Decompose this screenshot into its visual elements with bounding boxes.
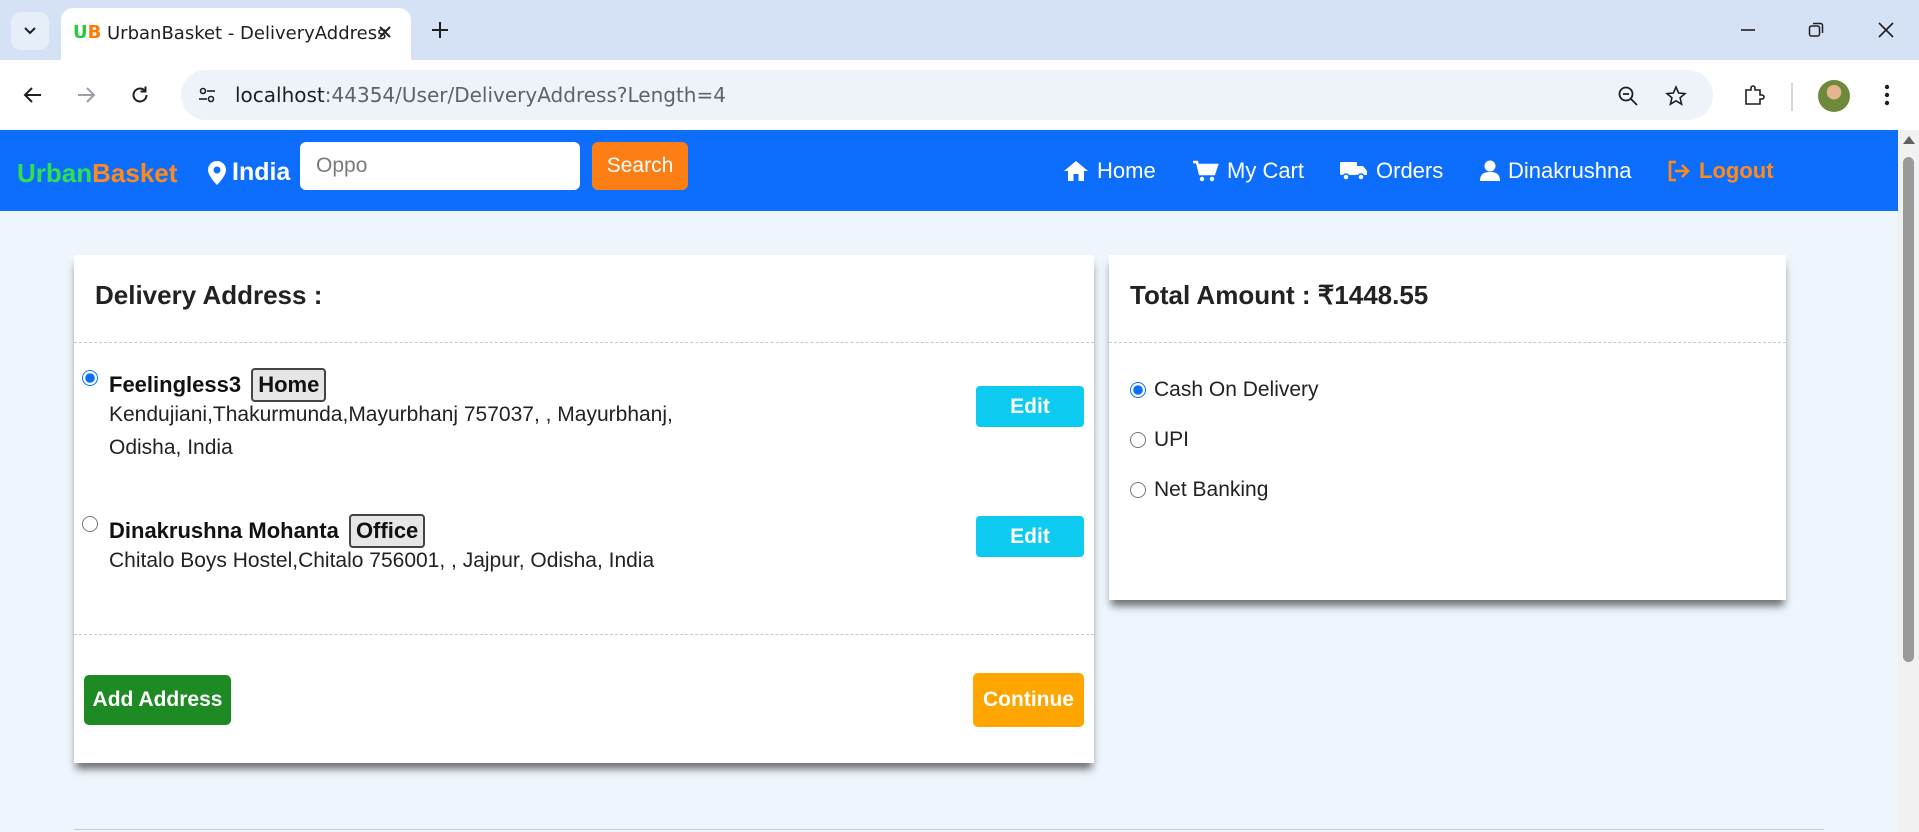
address-bar[interactable]: localhost:44354/User/DeliveryAddress?Len… (181, 70, 1713, 120)
nav-orders-label: Orders (1376, 158, 1444, 183)
close-icon (1878, 22, 1894, 38)
profile-avatar[interactable] (1818, 80, 1850, 112)
divider (74, 634, 1094, 635)
payment-label-upi: UPI (1154, 428, 1190, 451)
site-info-icon[interactable] (195, 83, 219, 107)
payment-radio-netbanking[interactable] (1130, 482, 1146, 498)
address-tag-2: Office (348, 514, 426, 548)
nav-cart[interactable]: My Cart (1193, 158, 1304, 184)
search-button[interactable]: Search (592, 142, 688, 190)
scroll-up-arrow-icon[interactable] (1903, 136, 1915, 144)
reload-icon (132, 86, 148, 103)
delivery-address-card: Delivery Address : Feelingless3 Home Ken… (74, 255, 1094, 763)
puzzle-icon (1745, 85, 1765, 105)
payment-card: Total Amount : ₹1448.55 Cash On Delivery… (1109, 255, 1786, 600)
address-radio-2[interactable] (82, 516, 98, 532)
minimize-button[interactable] (1728, 10, 1768, 50)
address-name-2: Dinakrushna Mohanta Office (109, 514, 426, 548)
url-host: localhost (235, 83, 325, 107)
search-input[interactable] (300, 142, 580, 190)
address-name-text-1: Feelingless3 (109, 372, 242, 397)
address-radio-1[interactable] (82, 370, 98, 386)
tab-title: UrbanBasket - DeliveryAddress (107, 23, 387, 44)
urbanbasket-favicon-icon: UB (73, 22, 102, 43)
browser-toolbar: localhost:44354/User/DeliveryAddress?Len… (0, 60, 1919, 130)
address-line-1b: Odisha, India (109, 436, 233, 459)
address-line-1a: Kendujiani,Thakurmunda,Mayurbhanj 757037… (109, 403, 673, 426)
nav-user[interactable]: Dinakrushna (1480, 158, 1632, 184)
edit-address-button-2[interactable]: Edit (976, 516, 1084, 557)
map-pin-icon (208, 160, 226, 185)
truck-icon (1340, 162, 1367, 181)
extensions-button[interactable] (1735, 76, 1773, 114)
nav-home-label: Home (1097, 158, 1156, 183)
new-tab-button[interactable] (425, 15, 455, 45)
logout-icon (1668, 160, 1690, 182)
brand-part-1: Urban (17, 158, 93, 188)
location-indicator: India (208, 158, 290, 187)
forward-button[interactable] (67, 76, 105, 114)
payment-option-upi[interactable]: UPI (1130, 428, 1189, 452)
tab-search-button[interactable] (11, 12, 49, 50)
payment-radio-cod[interactable] (1130, 382, 1146, 398)
divider (1109, 342, 1786, 343)
payment-label-netbanking: Net Banking (1154, 478, 1269, 501)
plus-icon (432, 22, 448, 38)
browser-tab-strip: UB UrbanBasket - DeliveryAddress (0, 0, 1919, 60)
arrow-left-icon (23, 87, 41, 103)
restore-icon (1808, 22, 1824, 37)
site-navbar: UrbanBasket India Search Home My Cart Or… (0, 130, 1898, 211)
zoom-button[interactable] (1614, 82, 1642, 110)
chevron-down-icon (24, 27, 36, 35)
restore-button[interactable] (1796, 10, 1836, 50)
nav-home[interactable]: Home (1063, 158, 1156, 184)
star-icon (1665, 85, 1687, 106)
address-tag-1: Home (251, 368, 327, 402)
nav-cart-label: My Cart (1227, 158, 1304, 183)
address-name-1: Feelingless3 Home (109, 368, 327, 402)
edit-address-button-1[interactable]: Edit (976, 386, 1084, 427)
url-path: :44354/User/DeliveryAddress?Length=4 (324, 83, 726, 107)
reload-button[interactable] (121, 76, 159, 114)
page-scrollbar[interactable] (1898, 130, 1919, 832)
brand-logo[interactable]: UrbanBasket (17, 158, 177, 189)
total-amount: Total Amount : ₹1448.55 (1130, 280, 1429, 310)
brand-part-2: Basket (92, 158, 178, 188)
divider (74, 342, 1094, 343)
delivery-title: Delivery Address : (95, 280, 323, 310)
url-text: localhost:44354/User/DeliveryAddress?Len… (235, 83, 726, 107)
back-button[interactable] (14, 76, 52, 114)
payment-radio-upi[interactable] (1130, 432, 1146, 448)
toolbar-separator (1791, 83, 1793, 111)
close-window-button[interactable] (1866, 10, 1906, 50)
address-line-2a: Chitalo Boys Hostel,Chitalo 756001, , Ja… (109, 549, 655, 572)
tab-close-button[interactable] (373, 20, 397, 44)
zoom-out-icon (1618, 86, 1638, 106)
nav-logout-label: Logout (1699, 158, 1774, 183)
browser-menu-button[interactable] (1868, 76, 1906, 114)
bookmark-button[interactable] (1662, 82, 1690, 110)
browser-tab-active[interactable]: UB UrbanBasket - DeliveryAddress (61, 8, 411, 60)
cart-icon (1193, 160, 1219, 182)
add-address-button[interactable]: Add Address (84, 675, 231, 725)
footer-divider (74, 829, 1824, 830)
address-name-text-2: Dinakrushna Mohanta (109, 518, 339, 543)
close-icon (379, 26, 391, 38)
payment-option-netbanking[interactable]: Net Banking (1130, 478, 1268, 502)
continue-button[interactable]: Continue (973, 673, 1084, 727)
more-vertical-icon (1884, 84, 1890, 106)
user-icon (1480, 160, 1500, 181)
minimize-icon (1741, 29, 1755, 31)
location-text: India (232, 158, 291, 186)
payment-label-cod: Cash On Delivery (1154, 378, 1319, 401)
arrow-right-icon (78, 87, 96, 103)
payment-option-cod[interactable]: Cash On Delivery (1130, 378, 1319, 402)
scroll-thumb[interactable] (1903, 157, 1914, 662)
nav-logout[interactable]: Logout (1667, 158, 1774, 184)
nav-user-label: Dinakrushna (1508, 158, 1632, 183)
nav-orders[interactable]: Orders (1340, 158, 1443, 184)
home-icon (1064, 161, 1088, 181)
